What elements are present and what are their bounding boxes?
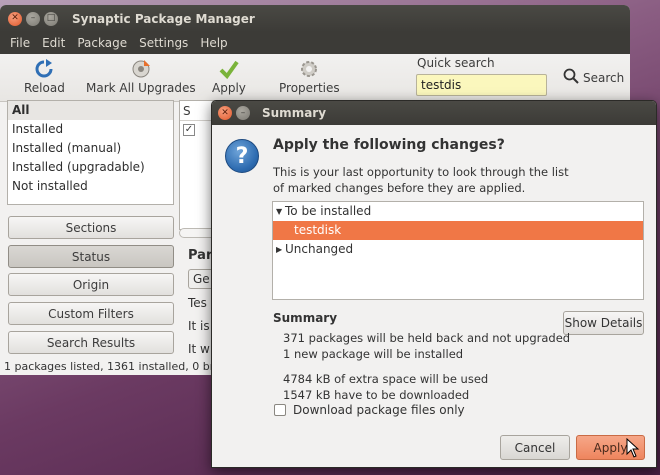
properties-label: Properties: [279, 81, 340, 95]
reload-button[interactable]: Reload: [24, 58, 65, 95]
menu-help[interactable]: Help: [194, 36, 233, 50]
status-button[interactable]: Status: [8, 245, 174, 268]
filter-installed[interactable]: Installed: [8, 120, 173, 139]
mark-all-upgrades-button[interactable]: Mark All Upgrades: [86, 58, 196, 95]
expanded-arrow-icon[interactable]: ▼: [273, 202, 285, 221]
new-package-line: 1 new package will be installed: [283, 347, 464, 361]
minimize-window-icon[interactable]: –: [26, 11, 40, 26]
menu-file[interactable]: File: [4, 36, 36, 50]
held-back-line: 371 packages will be held back and not u…: [283, 331, 571, 345]
summary-dialog: ✕ – Summary ? Apply the following change…: [211, 100, 657, 468]
cancel-button[interactable]: Cancel: [500, 435, 570, 460]
dialog-heading: Apply the following changes?: [273, 137, 505, 153]
quick-search-label: Quick search: [417, 56, 495, 70]
collapsed-arrow-icon[interactable]: ▶: [273, 240, 285, 259]
menubar: File Edit Package Settings Help: [0, 32, 630, 54]
window-title: Synaptic Package Manager: [72, 11, 255, 26]
custom-filters-button[interactable]: Custom Filters: [8, 302, 174, 325]
gear-icon: [299, 58, 319, 80]
checkbox-box[interactable]: [274, 404, 286, 416]
show-details-button[interactable]: Show Details: [563, 311, 644, 335]
menu-package[interactable]: Package: [71, 36, 133, 50]
reload-label: Reload: [24, 81, 65, 95]
to-be-installed-label: To be installed: [285, 204, 372, 218]
toolbar: Reload Mark All Upgrades Apply Propertie…: [0, 54, 630, 102]
dialog-minimize-icon[interactable]: –: [236, 106, 250, 120]
upgrade-icon: [130, 58, 152, 80]
search-button[interactable]: Search: [563, 68, 624, 87]
package-checkbox[interactable]: ✓: [183, 124, 195, 136]
changes-tree: ▼ To be installed testdisk ▶ Unchanged: [272, 201, 644, 300]
tree-row-unchanged[interactable]: ▶ Unchanged: [273, 240, 643, 259]
status-bar: 1 packages listed, 1361 installed, 0 br: [4, 360, 212, 373]
tree-row-to-be-installed[interactable]: ▼ To be installed: [273, 202, 643, 221]
filter-list: All Installed Installed (manual) Install…: [7, 100, 174, 205]
quick-search-input[interactable]: testdis: [416, 74, 547, 96]
download-only-label: Download package files only: [293, 403, 465, 417]
dialog-titlebar: ✕ – Summary: [212, 101, 656, 125]
origin-button[interactable]: Origin: [8, 273, 174, 296]
tree-row-package[interactable]: testdisk: [273, 221, 643, 240]
mark-all-upgrades-label: Mark All Upgrades: [86, 81, 196, 95]
main-titlebar: ✕ – □ Synaptic Package Manager: [0, 5, 630, 32]
search-icon: [563, 68, 579, 87]
question-icon: ?: [225, 139, 259, 173]
summary-lines: 371 packages will be held back and not u…: [283, 330, 570, 403]
unchanged-label: Unchanged: [285, 242, 354, 256]
apply-toolbar-label: Apply: [212, 81, 246, 95]
search-results-button[interactable]: Search Results: [8, 331, 174, 354]
extra-space-line: 4784 kB of extra space will be used: [283, 372, 489, 386]
download-only-checkbox[interactable]: Download package files only: [274, 403, 465, 417]
dialog-title: Summary: [262, 106, 327, 120]
close-window-icon[interactable]: ✕: [8, 11, 22, 26]
menu-edit[interactable]: Edit: [36, 36, 71, 50]
dialog-description: This is your last opportunity to look th…: [273, 165, 569, 195]
filter-all[interactable]: All: [8, 101, 173, 120]
reload-icon: [34, 58, 54, 80]
menu-settings[interactable]: Settings: [133, 36, 194, 50]
summary-label: Summary: [273, 311, 338, 325]
package-name: testdisk: [294, 223, 342, 237]
mouse-cursor-icon: [626, 438, 640, 458]
search-label: Search: [583, 70, 625, 85]
checkmark-icon: [219, 58, 239, 80]
maximize-window-icon[interactable]: □: [44, 11, 58, 26]
filter-installed-manual[interactable]: Installed (manual): [8, 139, 173, 158]
dialog-close-icon[interactable]: ✕: [218, 106, 232, 120]
properties-button[interactable]: Properties: [279, 58, 340, 95]
filter-installed-upgradable[interactable]: Installed (upgradable): [8, 158, 173, 177]
apply-toolbar-button[interactable]: Apply: [212, 58, 246, 95]
sections-button[interactable]: Sections: [8, 216, 174, 239]
filter-not-installed[interactable]: Not installed: [8, 177, 173, 196]
download-size-line: 1547 kB have to be downloaded: [283, 388, 470, 402]
